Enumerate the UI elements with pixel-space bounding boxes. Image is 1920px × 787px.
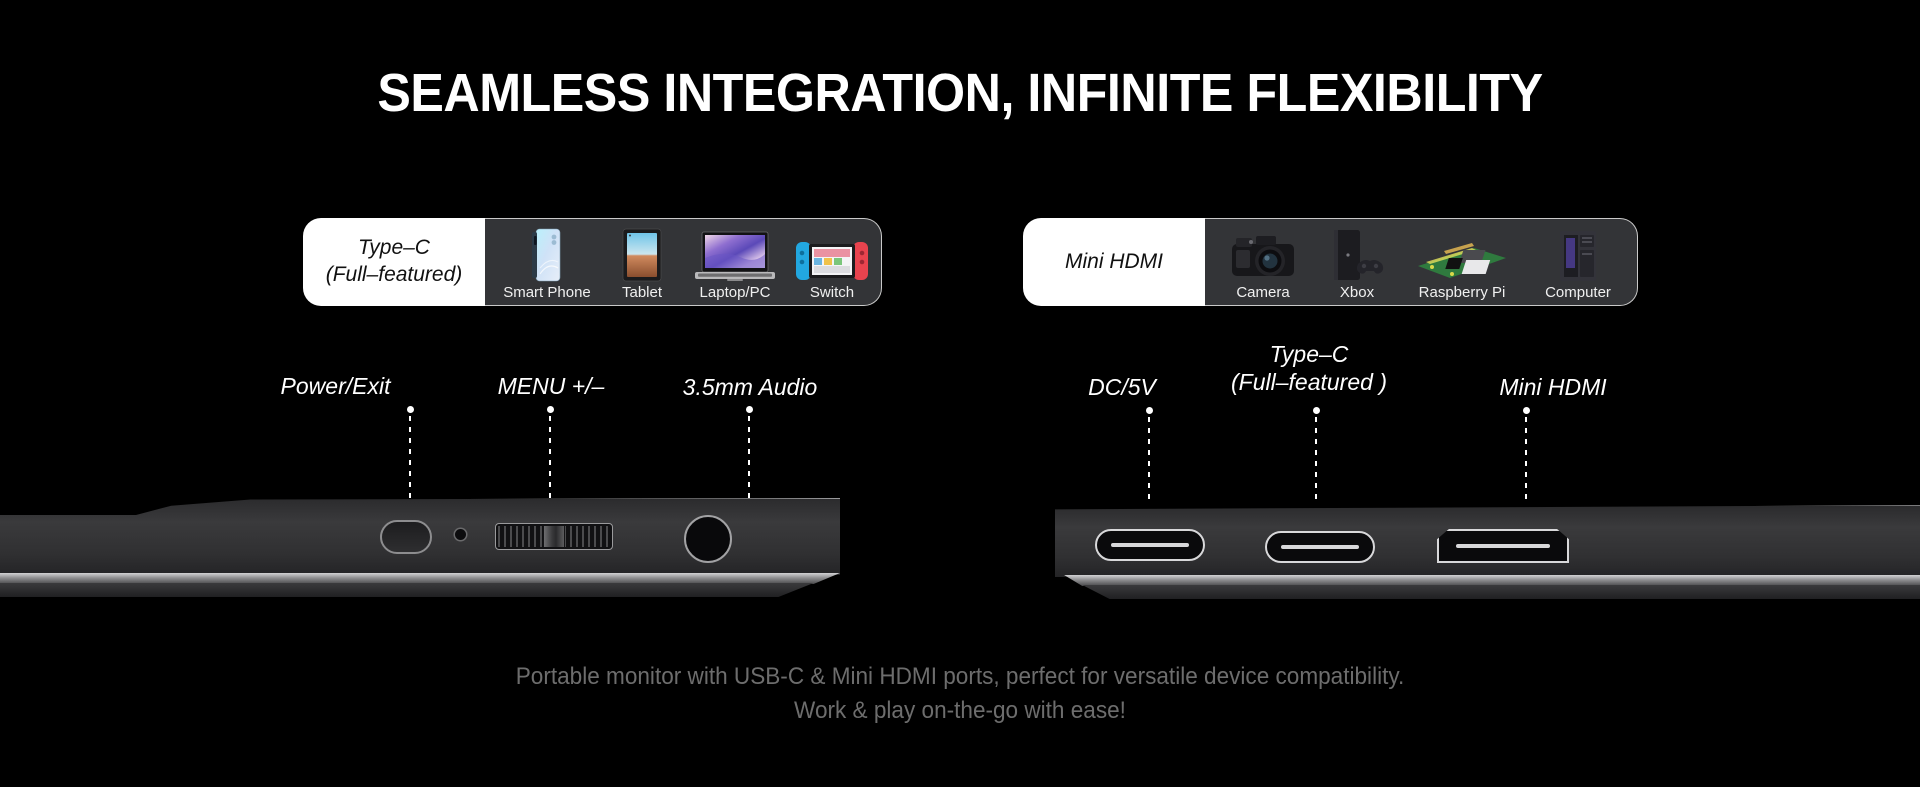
leader-dot — [1312, 407, 1320, 414]
leader-line-dc5v — [1145, 407, 1153, 505]
dc-5v-usbc-port[interactable] — [1095, 529, 1205, 561]
badge-device-strip-mini-hdmi: Camera Xbox Raspberry Pi Computer — [1205, 218, 1638, 306]
leader-dot — [745, 406, 753, 413]
power-exit-button[interactable] — [380, 520, 432, 554]
device-label: Computer — [1545, 284, 1611, 301]
device-label: Switch — [809, 284, 855, 301]
callout-line: 3.5mm Audio — [682, 374, 818, 400]
leader-dash — [409, 416, 411, 498]
callout-menu: MENU +/– — [455, 372, 647, 400]
leader-line-audio — [745, 406, 753, 498]
leader-dot — [1145, 407, 1153, 414]
monitor-lip-right — [1082, 585, 1920, 599]
device-item: Raspberry Pi — [1399, 219, 1525, 303]
leader-dot — [1522, 407, 1530, 414]
port-tongue — [1111, 543, 1189, 547]
dslr-camera-icon — [1230, 228, 1296, 282]
device-label: Raspberry Pi — [1418, 284, 1506, 301]
led-indicator-icon — [455, 529, 466, 540]
caption-line-1: Portable monitor with USB-C & Mini HDMI … — [515, 663, 1405, 690]
leader-line-power-exit — [406, 406, 414, 498]
callout-line-1: Type–C — [1269, 341, 1349, 367]
monitor-chamfer-left — [0, 573, 840, 584]
badge-label-line-1: Type–C — [358, 236, 430, 260]
menu-scroll-wheel[interactable] — [495, 523, 613, 550]
compatibility-badge-mini-hdmi: Mini HDMI Camera Xbox Raspberry Pi Compu… — [1023, 218, 1638, 306]
device-item: Tablet — [603, 219, 681, 303]
device-item: Laptop/PC — [681, 219, 789, 303]
type-c-full-featured-port[interactable] — [1265, 531, 1375, 563]
mini-hdmi-port[interactable] — [1437, 529, 1569, 563]
callout-power-exit: Power/Exit — [233, 372, 438, 400]
badge-label-line-2: (Full–featured) — [325, 263, 463, 286]
callout-type-c-port: Type–C (Full–featured ) — [1190, 340, 1428, 396]
callout-line: Power/Exit — [280, 373, 391, 399]
device-item: Xbox — [1315, 219, 1399, 303]
leader-line-mini-hdmi-port — [1522, 407, 1530, 505]
callout-line: MENU +/– — [497, 373, 605, 399]
monitor-chamfer-right — [1064, 575, 1920, 586]
device-label: Laptop/PC — [699, 284, 771, 301]
leader-dash — [748, 416, 750, 498]
device-label: Camera — [1236, 284, 1290, 301]
raspberry-pi-icon — [1416, 228, 1508, 282]
leader-dash — [1525, 417, 1527, 505]
wheel-hub — [543, 526, 565, 547]
leader-line-type-c-port — [1312, 407, 1320, 505]
monitor-edge-right — [1055, 505, 1920, 610]
leader-dash — [1315, 417, 1317, 505]
tablet-icon — [622, 228, 662, 282]
leader-line-menu — [546, 406, 554, 498]
badge-device-strip-type-c: Smart Phone Tablet Laptop/PC Switch — [485, 218, 882, 306]
audio-jack-3-5mm[interactable] — [684, 515, 732, 563]
desktop-tower-icon — [1556, 228, 1600, 282]
smartphone-icon — [532, 228, 562, 282]
footer-caption: Portable monitor with USB-C & Mini HDMI … — [58, 660, 1863, 728]
leader-dash — [549, 416, 551, 498]
badge-label-line-1: Mini HDMI — [1065, 249, 1163, 273]
compatibility-badge-type-c: Type–C (Full–featured) Smart Phone Table… — [303, 218, 882, 306]
leader-dot — [546, 406, 554, 413]
port-tongue — [1281, 545, 1359, 549]
callout-line-2: (Full–featured ) — [1231, 369, 1387, 396]
callout-line: DC/5V — [1088, 374, 1156, 400]
badge-label-type-c: Type–C (Full–featured) — [303, 218, 485, 306]
switch-console-icon — [796, 228, 868, 282]
device-item: Smart Phone — [491, 219, 603, 303]
device-item: Computer — [1525, 219, 1631, 303]
page-title: SEAMLESS INTEGRATION, INFINITE FLEXIBILI… — [377, 63, 1543, 123]
xbox-console-icon — [1328, 228, 1386, 282]
callout-mini-hdmi-port: Mini HDMI — [1448, 373, 1658, 401]
callout-audio: 3.5mm Audio — [640, 373, 860, 401]
port-tongue — [1456, 544, 1550, 548]
device-label: Xbox — [1339, 284, 1375, 301]
laptop-icon — [695, 228, 775, 282]
caption-line-2: Work & play on-the-go with ease! — [794, 697, 1126, 725]
monitor-lip-left — [0, 583, 814, 597]
device-label: Smart Phone — [503, 284, 591, 301]
marketing-banner: SEAMLESS INTEGRATION, INFINITE FLEXIBILI… — [0, 0, 1920, 787]
callout-dc5v: DC/5V — [1047, 373, 1197, 401]
callout-line: Mini HDMI — [1499, 374, 1607, 400]
device-item: Camera — [1211, 219, 1315, 303]
badge-label-mini-hdmi: Mini HDMI — [1023, 218, 1205, 306]
device-label: Tablet — [621, 284, 663, 301]
monitor-edge-left — [0, 498, 840, 608]
leader-dot — [406, 406, 414, 413]
device-item: Switch — [789, 219, 875, 303]
leader-dash — [1148, 417, 1150, 505]
